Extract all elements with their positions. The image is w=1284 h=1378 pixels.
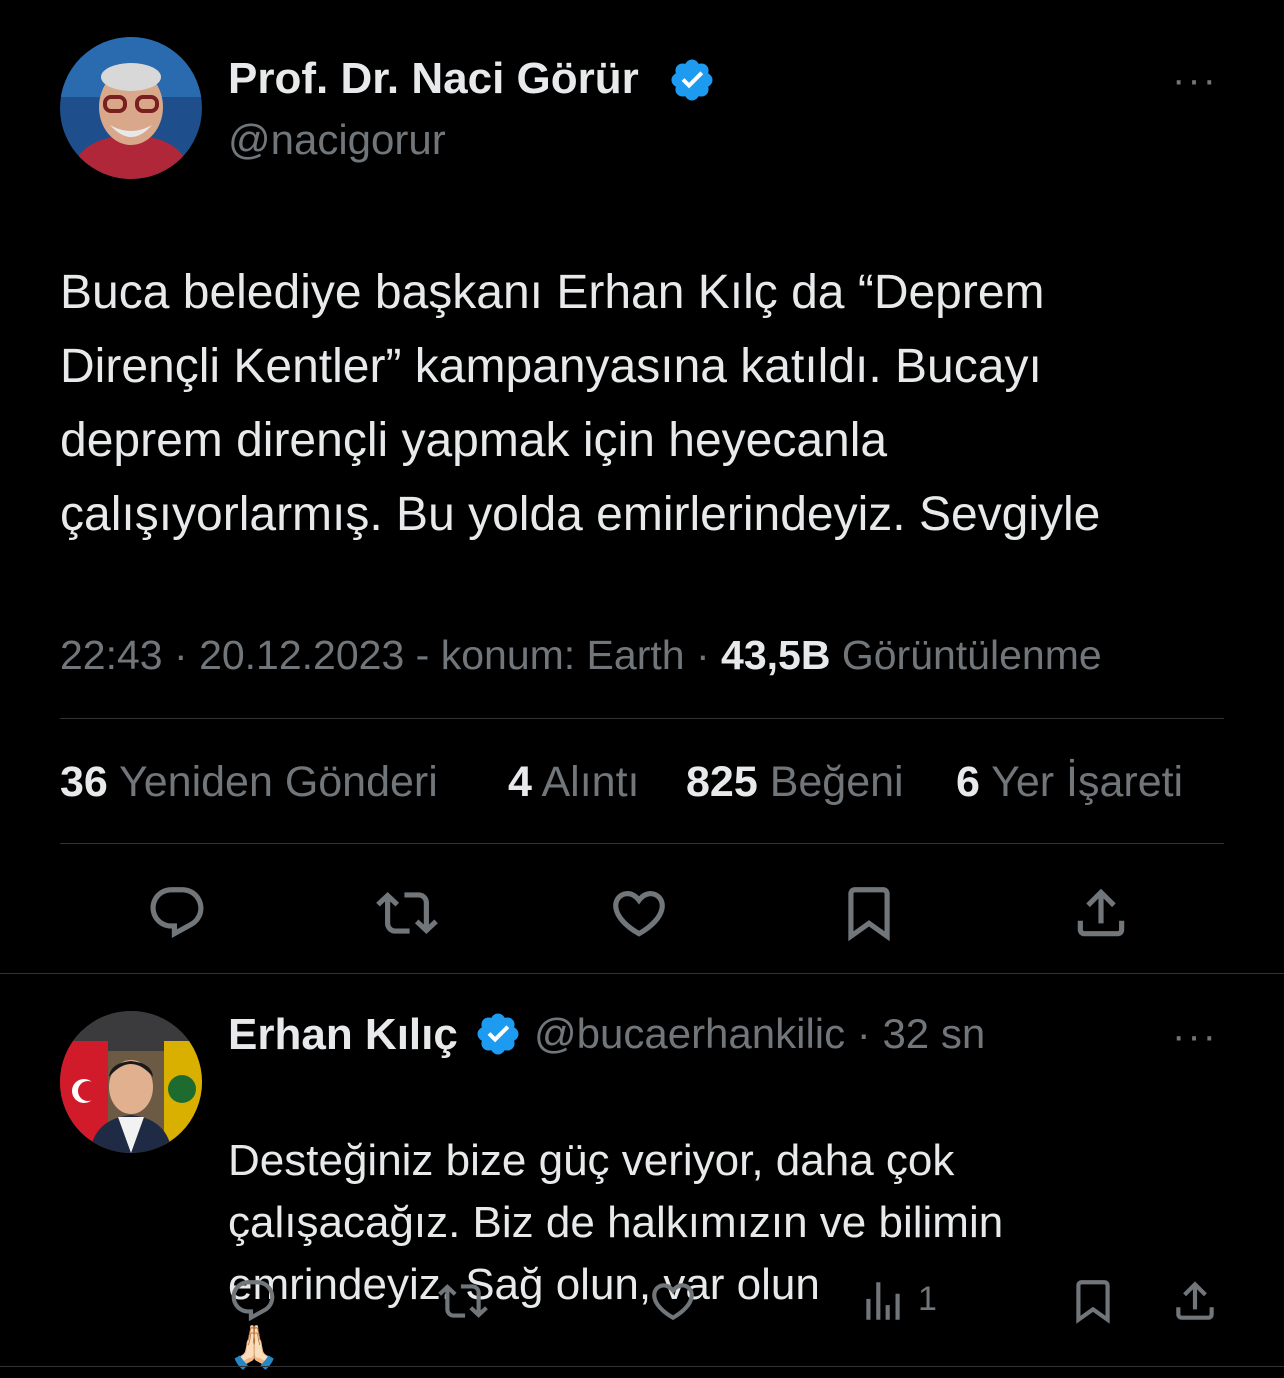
quotes-stat[interactable]: 4 Alıntı [508,758,640,807]
reply-views-count: 1 [918,1280,937,1318]
like-icon[interactable] [648,1276,698,1326]
retweets-count: 36 [60,758,108,806]
retweets-label: Yeniden Gönderi [119,758,438,806]
separator-dot: · [695,632,722,678]
likes-label: Beğeni [769,758,904,806]
bookmarks-stat[interactable]: 6 Yer İşareti [956,758,1183,807]
tweet-text: Buca belediye başkanı Erhan Kılç da “Dep… [60,266,1101,541]
author-avatar[interactable] [60,37,202,179]
tweet-metadata: 22:43 · 20.12.2023 - konum: Earth · 43,5… [60,632,1102,679]
share-icon[interactable] [1170,1276,1220,1326]
author-handle[interactable]: @nacigorur [228,116,446,164]
folded-hands-emoji: 🙏🏻 [228,1323,281,1370]
reply-time[interactable]: 32 sn [882,1010,985,1057]
tweet-location: konum: Earth [440,632,685,678]
reply-icon[interactable] [146,882,208,944]
verified-badge-icon [474,1010,522,1058]
retweet-icon[interactable] [438,1276,488,1326]
tweet-date[interactable]: 20.12.2023 [199,632,404,678]
verified-badge-icon [668,56,716,104]
reply-text: Desteğiniz bize güç veriyor, daha çok ça… [228,1068,1258,1378]
share-icon[interactable] [1070,882,1132,944]
views-count: 43,5B [721,632,831,678]
author-name[interactable]: Prof. Dr. Naci Görür [228,54,639,104]
reply-author-name[interactable]: Erhan Kılıç [228,1010,458,1060]
reply-icon[interactable] [228,1276,278,1326]
reply-author-handle: @bucaerhankilic · 32 sn [534,1010,985,1058]
views-icon[interactable] [858,1276,908,1326]
retweet-icon[interactable] [376,882,438,944]
views-label: Görüntülenme [841,632,1102,678]
more-icon[interactable]: ··· [1172,58,1218,103]
separator-dot: · [174,632,200,678]
retweets-stat[interactable]: 36 Yeniden Gönderi [60,758,438,807]
divider [60,843,1224,844]
section-divider [0,973,1284,974]
separator-dash: - [415,632,441,678]
quotes-count: 4 [508,758,532,806]
likes-count: 825 [686,758,758,806]
divider [60,718,1224,719]
separator-dot: · [856,1010,883,1057]
bottom-divider [0,1366,1284,1367]
bookmark-icon[interactable] [1068,1276,1118,1326]
more-icon[interactable]: ··· [1172,1014,1218,1059]
quotes-label: Alıntı [541,758,640,806]
reply-author-avatar[interactable] [60,1011,202,1153]
bookmarks-count: 6 [956,758,980,806]
likes-stat[interactable]: 825 Beğeni [686,758,904,807]
like-icon[interactable] [608,882,670,944]
reply-handle[interactable]: @bucaerhankilic [534,1010,845,1057]
tweet-time[interactable]: 22:43 [60,632,163,678]
bookmark-icon[interactable] [838,882,900,944]
bookmarks-label: Yer İşareti [991,758,1184,806]
